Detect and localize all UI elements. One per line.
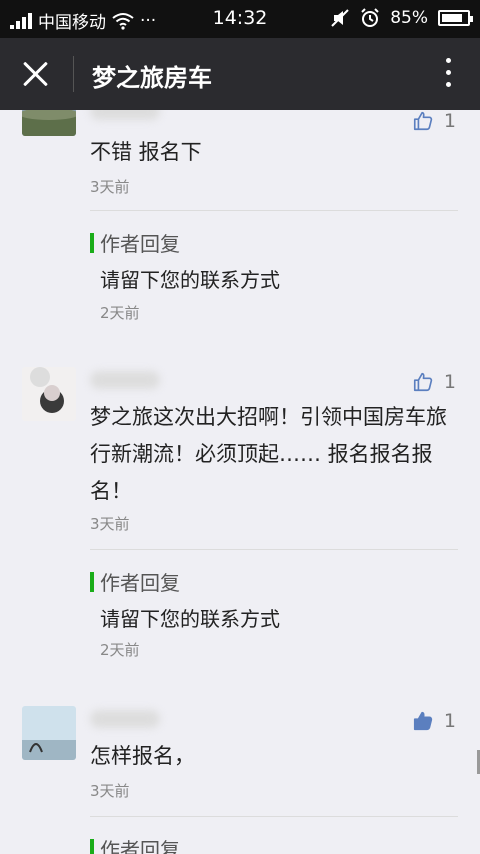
comment-time: 3天前 bbox=[90, 178, 130, 196]
nav-bar: 梦之旅房车 bbox=[0, 38, 480, 110]
like-count: 1 bbox=[443, 710, 456, 732]
comment-list[interactable]: 1 不错 报名下 3天前 作者回复 请留下您的联系方式 2天前 1 梦之旅这次出… bbox=[0, 110, 480, 854]
like-button[interactable]: 1 bbox=[412, 710, 456, 732]
mute-icon bbox=[331, 9, 349, 27]
thumbs-up-icon bbox=[413, 711, 433, 731]
author-reply-label: 作者回复 bbox=[90, 567, 180, 596]
reply-bar bbox=[90, 571, 94, 592]
reply-time: 2天前 bbox=[100, 304, 140, 322]
battery-icon bbox=[438, 10, 473, 26]
comment-text: 梦之旅这次出大招啊！引领中国房车旅行新潮流！必须顶起…… 报名报名报名！ bbox=[90, 405, 447, 503]
reply-label-text: 作者回复 bbox=[100, 838, 180, 854]
close-icon[interactable] bbox=[20, 58, 52, 90]
reply-bar bbox=[90, 232, 94, 253]
avatar[interactable] bbox=[22, 110, 76, 136]
more-menu-icon[interactable] bbox=[446, 58, 452, 90]
like-button[interactable]: 1 bbox=[412, 110, 456, 132]
comment-text: 不错 报名下 bbox=[90, 140, 202, 164]
reply-bar bbox=[90, 838, 94, 854]
divider bbox=[90, 210, 458, 211]
divider bbox=[90, 816, 458, 817]
page-title: 梦之旅房车 bbox=[92, 64, 212, 92]
reply-time: 2天前 bbox=[100, 641, 140, 659]
divider bbox=[90, 549, 458, 550]
reply-text: 请留下您的联系方式 bbox=[100, 607, 280, 631]
avatar[interactable] bbox=[22, 706, 76, 760]
alarm-icon bbox=[361, 8, 379, 27]
nickname-blurred bbox=[90, 371, 160, 389]
reply-label-text: 作者回复 bbox=[100, 571, 180, 595]
like-button[interactable]: 1 bbox=[412, 371, 456, 393]
comment-text: 怎样报名， bbox=[90, 744, 195, 768]
nickname-blurred bbox=[90, 710, 160, 728]
reply-label-text: 作者回复 bbox=[100, 232, 180, 256]
status-bar: 中国移动 ··· 14:32 85% bbox=[0, 0, 480, 38]
comment-time: 3天前 bbox=[90, 782, 130, 800]
like-count: 1 bbox=[443, 110, 456, 132]
author-reply-label: 作者回复 bbox=[90, 228, 180, 257]
reply-text: 请留下您的联系方式 bbox=[100, 268, 280, 292]
avatar[interactable] bbox=[22, 367, 76, 421]
thumbs-up-icon bbox=[413, 111, 433, 131]
battery-percent: 85% bbox=[390, 8, 428, 28]
author-reply-label: 作者回复 bbox=[90, 834, 180, 854]
nickname-blurred bbox=[90, 110, 160, 120]
thumbs-up-icon bbox=[413, 372, 433, 392]
like-count: 1 bbox=[443, 371, 456, 393]
nav-divider bbox=[73, 56, 74, 92]
comment-time: 3天前 bbox=[90, 515, 130, 533]
